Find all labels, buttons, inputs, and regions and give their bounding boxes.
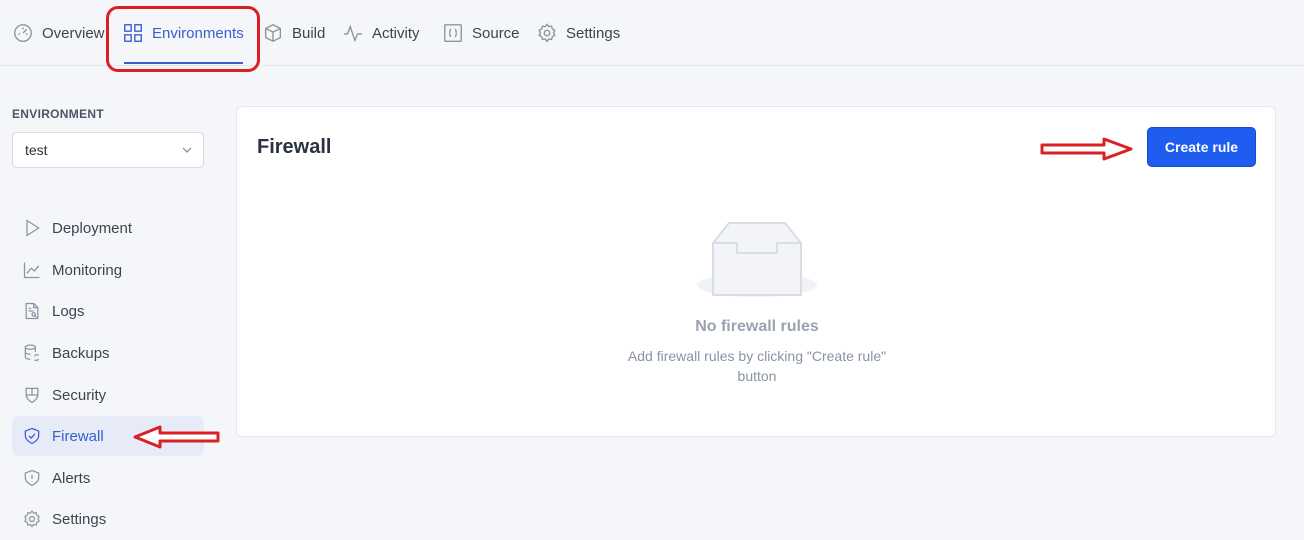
tab-source-label: Source bbox=[472, 24, 520, 42]
sidebar-item-settings[interactable]: Settings bbox=[12, 499, 204, 539]
gear-icon bbox=[24, 510, 40, 528]
tab-activity[interactable]: Activity bbox=[342, 0, 420, 66]
database-sync-icon bbox=[24, 344, 40, 362]
annotation-arrow-right bbox=[1040, 137, 1133, 161]
empty-state-description: Add firewall rules by clicking "Create r… bbox=[627, 348, 887, 384]
tab-settings-label: Settings bbox=[566, 24, 621, 42]
sidebar-item-security[interactable]: Security bbox=[12, 375, 204, 415]
annotation-arrow-left bbox=[133, 425, 220, 449]
sidebar-item-logs[interactable]: Logs bbox=[12, 291, 204, 331]
sidebar-item-label: Deployment bbox=[52, 219, 133, 237]
sidebar-item-monitoring[interactable]: Monitoring bbox=[12, 250, 204, 290]
sidebar-item-backups[interactable]: Backups bbox=[12, 333, 204, 373]
sidebar-item-label: Logs bbox=[52, 302, 85, 320]
chevron-down-icon bbox=[182, 147, 192, 153]
environment-select[interactable]: test bbox=[12, 132, 204, 168]
sidebar-item-deployment[interactable]: Deployment bbox=[12, 208, 204, 248]
sidebar-item-label: Backups bbox=[52, 344, 110, 362]
annotation-highlight-box bbox=[106, 6, 260, 72]
page-title: Firewall bbox=[257, 136, 332, 158]
sidebar-item-label: Firewall bbox=[52, 427, 104, 445]
file-search-icon bbox=[25, 302, 39, 320]
gear-icon bbox=[538, 23, 556, 43]
create-rule-button[interactable]: Create rule bbox=[1147, 127, 1256, 167]
sidebar-item-label: Security bbox=[52, 386, 107, 404]
chart-line-icon bbox=[23, 262, 40, 279]
shield-check-icon bbox=[24, 427, 40, 445]
tab-overview-label: Overview bbox=[42, 24, 105, 42]
play-icon bbox=[26, 219, 40, 237]
sidebar-item-label: Settings bbox=[52, 510, 107, 528]
tab-source[interactable]: Source bbox=[442, 0, 520, 66]
sidebar-item-alerts[interactable]: Alerts bbox=[12, 458, 204, 498]
sidebar-item-label: Monitoring bbox=[52, 261, 123, 279]
tab-activity-label: Activity bbox=[372, 24, 420, 42]
activity-icon bbox=[343, 24, 363, 43]
environment-select-value: test bbox=[25, 142, 48, 158]
tab-build[interactable]: Build bbox=[262, 0, 325, 66]
tab-build-label: Build bbox=[292, 24, 326, 42]
box-icon bbox=[264, 23, 282, 43]
code-braces-icon bbox=[444, 24, 462, 42]
empty-state-title: No firewall rules bbox=[695, 318, 819, 335]
tab-settings[interactable]: Settings bbox=[536, 0, 620, 66]
empty-inbox-icon bbox=[697, 222, 817, 297]
alert-icon bbox=[24, 469, 40, 487]
dashboard-icon bbox=[14, 24, 32, 42]
shield-icon bbox=[25, 387, 39, 404]
sidebar-item-label: Alerts bbox=[52, 469, 91, 487]
environment-label: ENVIRONMENT bbox=[12, 107, 104, 121]
tab-overview[interactable]: Overview bbox=[12, 0, 105, 66]
